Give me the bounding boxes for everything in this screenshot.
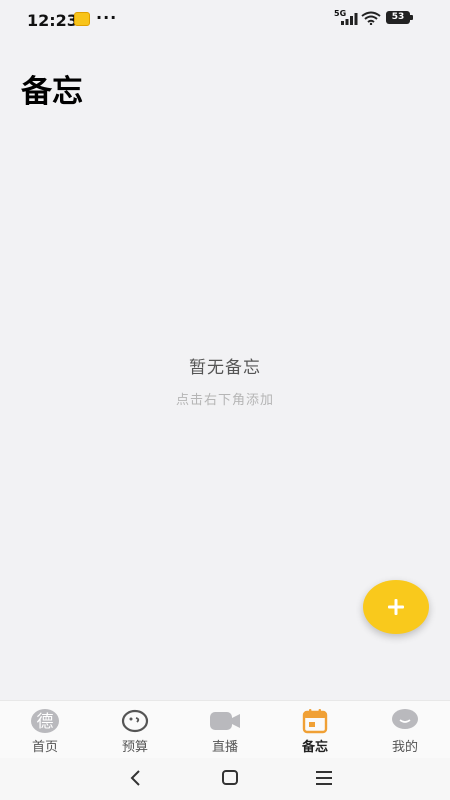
nav-item-memo[interactable]: 备忘 bbox=[270, 701, 360, 758]
nav-label-live: 直播 bbox=[211, 740, 238, 755]
memo-screen: 12:23 ··· 5G 53 备忘 暂无备忘 点击右下角添加 德 首页 预算 … bbox=[0, 0, 450, 800]
budget-icon bbox=[121, 709, 149, 733]
meituan-app-icon bbox=[74, 12, 90, 26]
nav-item-home[interactable]: 德 首页 bbox=[0, 701, 90, 758]
nav-label-profile: 我的 bbox=[391, 740, 418, 755]
page-title: 备忘 bbox=[21, 74, 83, 110]
status-overflow: ··· bbox=[96, 8, 118, 27]
battery-tip bbox=[410, 15, 413, 20]
status-bar: 12:23 ··· 5G 53 bbox=[0, 0, 450, 40]
plus-icon bbox=[388, 599, 404, 615]
system-navigation-bar bbox=[0, 758, 450, 800]
home-icon: 德 bbox=[31, 709, 59, 733]
profile-icon bbox=[392, 709, 418, 729]
nav-item-budget[interactable]: 预算 bbox=[90, 701, 180, 758]
nav-item-profile[interactable]: 我的 bbox=[360, 701, 450, 758]
wifi-icon bbox=[361, 11, 381, 25]
back-icon[interactable] bbox=[122, 766, 150, 790]
status-time: 12:23 bbox=[27, 11, 78, 30]
live-camera-icon bbox=[210, 712, 240, 730]
home-square-icon[interactable] bbox=[216, 766, 244, 790]
nav-item-live[interactable]: 直播 bbox=[180, 701, 270, 758]
empty-state-hint: 点击右下角添加 bbox=[175, 393, 274, 408]
nav-label-home: 首页 bbox=[31, 740, 58, 755]
nav-label-budget: 预算 bbox=[121, 740, 148, 755]
add-memo-button[interactable] bbox=[363, 580, 429, 634]
empty-state: 暂无备忘 点击右下角添加 bbox=[0, 353, 450, 408]
calendar-icon bbox=[302, 709, 328, 734]
menu-icon[interactable] bbox=[310, 766, 338, 790]
bottom-navigation: 德 首页 预算 直播 备忘 我的 bbox=[0, 700, 450, 758]
battery-icon: 53 bbox=[386, 11, 410, 24]
empty-state-title: 暂无备忘 bbox=[189, 358, 261, 378]
nav-label-memo: 备忘 bbox=[301, 740, 328, 755]
home-icon-glyph: 德 bbox=[37, 712, 54, 732]
signal-icon bbox=[341, 13, 358, 25]
